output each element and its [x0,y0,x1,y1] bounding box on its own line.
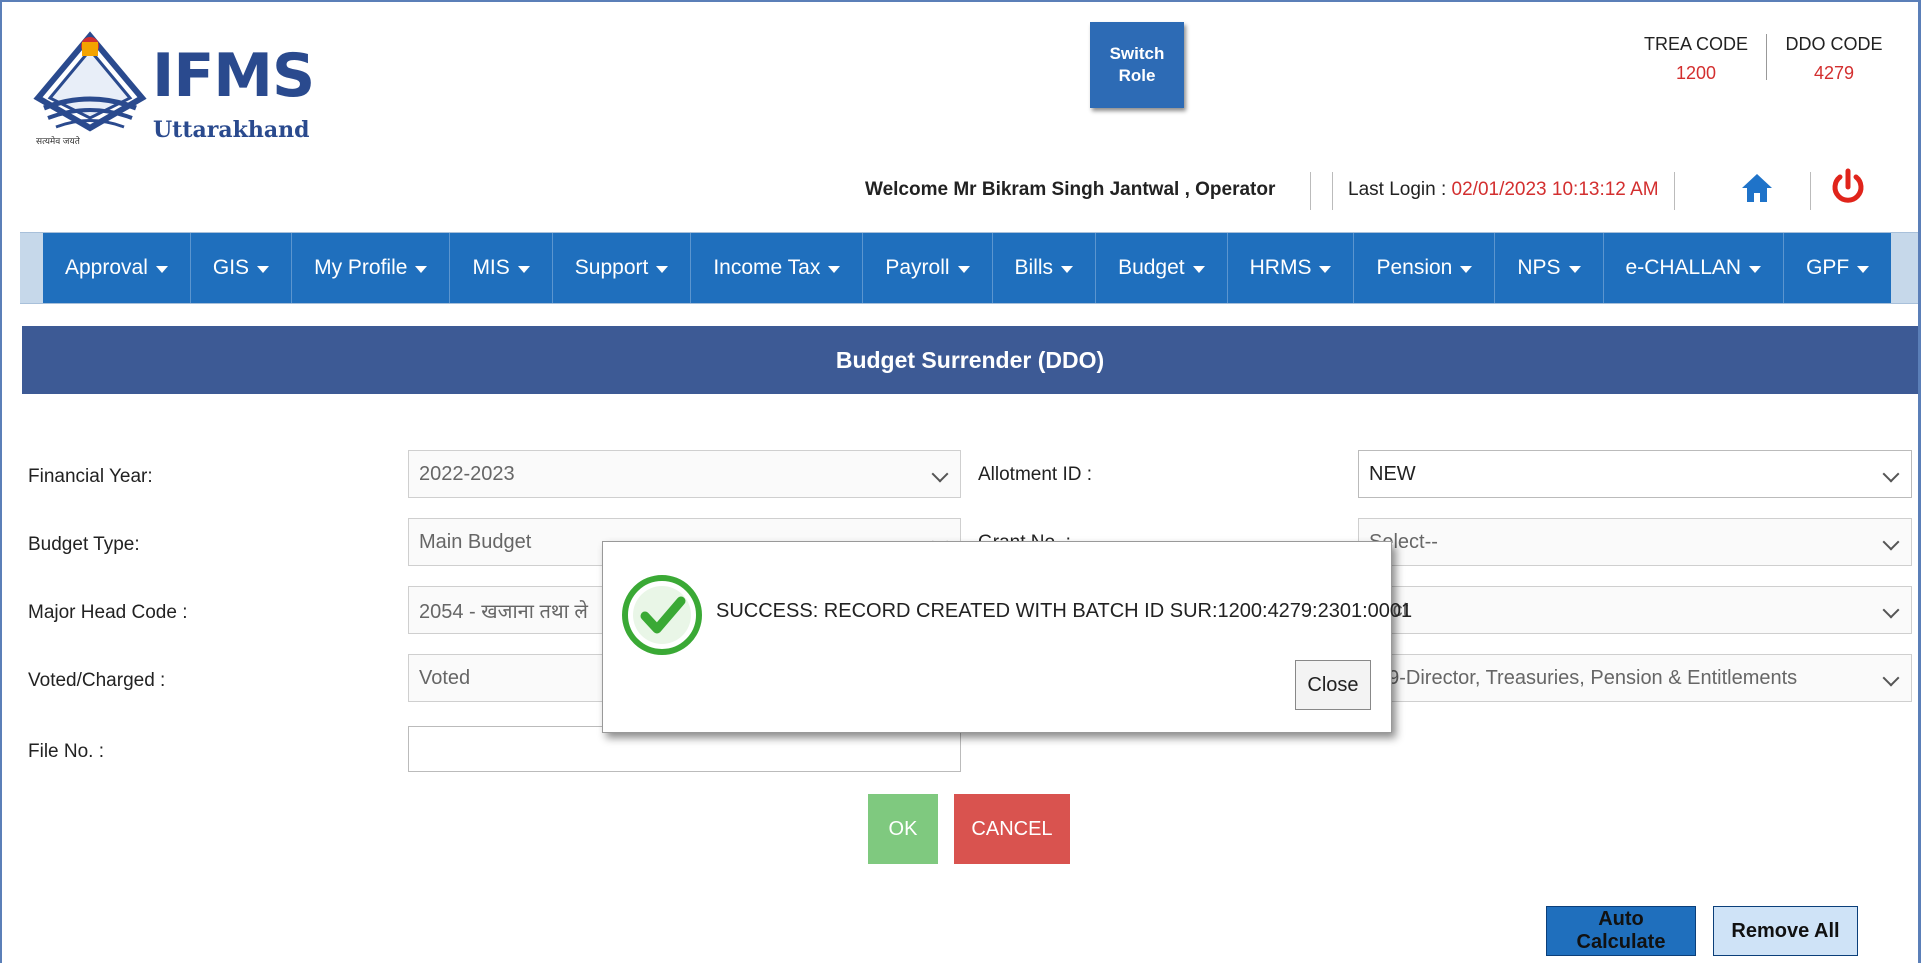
trea-code-block: TREA CODE 1200 [1640,34,1752,84]
main-navbar: Approval GIS My Profile MIS Support Inco… [20,232,1918,304]
detail-head-select[interactable]: lect [1358,586,1912,634]
last-login-label: Last Login : [1348,179,1452,200]
nav-hrms[interactable]: HRMS [1228,233,1355,303]
chevron-down-icon [931,465,949,483]
nav-budget[interactable]: Budget [1096,233,1228,303]
code-separator [1766,34,1767,80]
ok-button[interactable]: OK [868,794,938,864]
allotment-id-select[interactable]: NEW [1358,450,1912,498]
nav-mis[interactable]: MIS [450,233,553,303]
caret-down-icon [828,265,841,273]
header-separator [1310,172,1311,210]
file-no-label: File No. : [28,741,105,762]
financial-year-value: 2022-2023 [419,462,515,485]
caret-down-icon [1319,265,1332,273]
major-head-code-label: Major Head Code : [28,602,188,623]
nav-pension[interactable]: Pension [1354,233,1496,303]
chevron-down-icon [1882,601,1900,619]
nav-payroll[interactable]: Payroll [863,233,993,303]
major-head-code-value: 2054 - खजाना तथा ले [419,600,588,623]
nav-label: GIS [212,256,250,279]
home-icon[interactable] [1740,172,1774,204]
power-icon[interactable] [1830,168,1866,206]
caret-down-icon [1061,265,1074,273]
nav-approval[interactable]: Approval [43,233,191,303]
nav-label: Income Tax [713,256,821,279]
ddo-value: 79-Director, Treasuries, Pension & Entit… [1377,666,1798,689]
caret-down-icon [957,265,970,273]
cancel-button[interactable]: CANCEL [954,794,1070,864]
nav-label: Approval [65,256,148,279]
caret-down-icon [517,265,530,273]
nav-gis[interactable]: GIS [191,233,293,303]
nav-label: My Profile [314,256,408,279]
financial-year-select[interactable]: 2022-2023 [408,450,961,498]
emblem-icon [33,31,147,132]
ddo-select[interactable]: 79-Director, Treasuries, Pension & Entit… [1358,654,1912,702]
success-dialog: SUCCESS: RECORD CREATED WITH BATCH ID SU… [602,541,1412,733]
nav-menu: Approval GIS My Profile MIS Support Inco… [43,233,1892,303]
nav-label: NPS [1517,256,1561,279]
caret-down-icon [1857,265,1870,273]
caret-down-icon [1568,265,1581,273]
nav-label: Payroll [885,256,950,279]
nav-label: Budget [1118,256,1185,279]
brand-title: IFMS [152,41,315,111]
budget-type-label: Budget Type: [28,534,140,555]
voted-charged-label: Voted/Charged : [28,670,166,691]
voted-charged-value: Voted [419,666,471,689]
nav-bills[interactable]: Bills [993,233,1097,303]
caret-down-icon [1749,265,1762,273]
nav-label: MIS [472,256,510,279]
budget-type-value: Main Budget [419,530,532,553]
caret-down-icon [155,265,168,273]
ddo-code-block: DDO CODE 4279 [1778,34,1890,84]
trea-code-label: TREA CODE [1643,34,1749,54]
window-frame-left [0,0,2,963]
welcome-text: Welcome Mr Bikram Singh Jantwal , Operat… [865,179,1276,200]
caret-down-icon [1192,265,1205,273]
brand-subtitle: Uttarakhand [153,117,310,143]
allotment-id-value: NEW [1369,462,1416,485]
trea-code-value: 1200 [1675,63,1717,83]
nav-label: GPF [1806,256,1850,279]
nav-label: HRMS [1249,256,1312,279]
ddo-code-value: 4279 [1813,63,1855,83]
last-login-value: 02/01/2023 10:13:12 AM [1451,179,1659,200]
nav-my-profile[interactable]: My Profile [292,233,451,303]
remove-all-button[interactable]: Remove All [1713,906,1858,956]
nav-label: Support [574,256,649,279]
header-separator [1810,172,1811,210]
chevron-down-icon [1882,533,1900,551]
nav-gpf[interactable]: GPF [1784,233,1891,303]
page-title: Budget Surrender (DDO) [22,326,1918,394]
nav-e-challan[interactable]: e-CHALLAN [1604,233,1785,303]
last-login: Last Login : 02/01/2023 10:13:12 AM [1348,175,1659,205]
nav-support[interactable]: Support [553,233,692,303]
nav-nps[interactable]: NPS [1495,233,1604,303]
auto-calculate-button[interactable]: Auto Calculate [1546,906,1696,956]
dialog-message: SUCCESS: RECORD CREATED WITH BATCH ID SU… [716,600,1413,622]
close-button[interactable]: Close [1295,660,1371,710]
caret-down-icon [257,265,270,273]
allotment-id-label: Allotment ID : [978,464,1093,485]
caret-down-icon [415,265,428,273]
chevron-down-icon [1882,465,1900,483]
nav-label: e-CHALLAN [1625,256,1742,279]
nav-income-tax[interactable]: Income Tax [691,233,864,303]
brand-tagline: सत्यमेव जयते [36,136,80,146]
check-circle-icon [622,575,702,655]
window-frame-top [0,0,1921,2]
caret-down-icon [656,265,669,273]
caret-down-icon [1460,265,1473,273]
nav-label: Bills [1014,256,1054,279]
switch-role-button[interactable]: Switch Role [1090,22,1184,108]
chevron-down-icon [1882,669,1900,687]
ddo-code-label: DDO CODE [1785,34,1883,54]
header-separator [1674,172,1675,210]
financial-year-label: Financial Year: [28,466,153,487]
nav-label: Pension [1376,256,1453,279]
grant-no-select[interactable]: Select-- [1358,518,1912,566]
header-separator [1332,172,1333,210]
